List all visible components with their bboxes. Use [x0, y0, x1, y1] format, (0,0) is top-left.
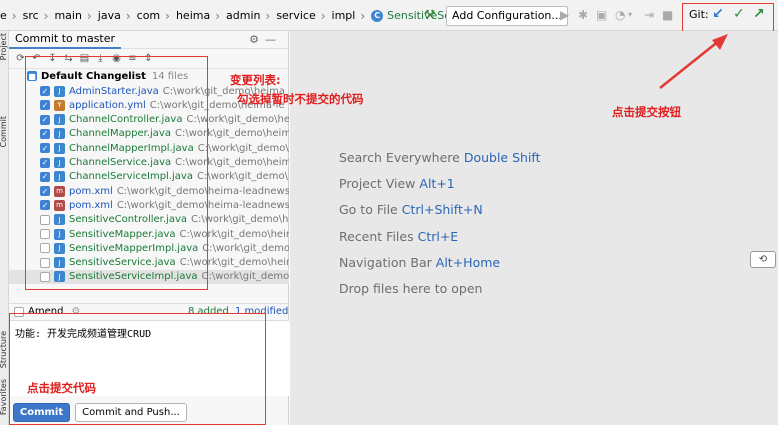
chevron-right-icon: › [360, 8, 366, 23]
arrow-shaft [659, 39, 721, 89]
annotation-arrow [659, 34, 728, 89]
hint-recent-files: Recent Files Ctrl+E [339, 229, 458, 244]
class-icon: C [371, 9, 384, 22]
breadcrumb-item[interactable]: java [98, 9, 126, 22]
hint-shortcut: Ctrl+Shift+N [401, 202, 483, 217]
chevron-right-icon: › [215, 8, 221, 23]
hint-shortcut: Double Shift [463, 150, 541, 165]
annotation-changes-list: 变更列表: [230, 73, 281, 87]
chevron-right-icon: › [165, 8, 170, 23]
commit-panel-title[interactable]: Commit to master [9, 31, 122, 49]
chevron-down-icon[interactable]: ▾ [628, 10, 632, 19]
breadcrumb-item[interactable]: service [276, 9, 320, 22]
build-hammer-icon[interactable]: ⚒ [424, 8, 436, 23]
annotation-click-commit-code: 点击提交代码 [27, 381, 96, 395]
chevron-right-icon: › [86, 8, 92, 23]
left-tool-strip: Project Commit Structure Favorites [0, 31, 9, 425]
annotation-uncheck-note: 勾选掉暂时不提交的代码 [237, 92, 364, 106]
tab-favorites[interactable]: Favorites [0, 379, 8, 415]
profile-icon[interactable]: ◔ [615, 8, 625, 22]
breadcrumb-item[interactable]: admin [226, 9, 265, 22]
stop-icon[interactable]: ■ [662, 8, 673, 22]
hint-text: Recent Files [339, 229, 414, 244]
floating-assistant-icon[interactable]: ⟲ [750, 251, 776, 268]
hint-shortcut: Alt+Home [435, 255, 501, 270]
chevron-right-icon: › [11, 8, 17, 23]
changes-list-highlight [25, 56, 208, 290]
breadcrumb-item[interactable]: src [23, 9, 44, 22]
arrow-head [712, 34, 728, 50]
run-icon[interactable]: ▶ [560, 8, 569, 22]
commit-panel-header: Commit to master ⚙— [9, 31, 288, 49]
breadcrumb-item[interactable]: e [0, 9, 12, 22]
file-path: C:\work\git_demo\heim [197, 142, 289, 154]
panel-options-icons[interactable]: ⚙— [249, 33, 282, 46]
hint-search-everywhere: Search Everywhere Double Shift [339, 150, 541, 165]
commit-area-highlight [9, 313, 266, 425]
hint-shortcut: Alt+1 [419, 176, 455, 191]
hint-text: Project View [339, 176, 416, 191]
chevron-right-icon: › [43, 8, 49, 23]
gear-icon[interactable]: ⚙ [249, 33, 265, 46]
hint-text: Search Everywhere [339, 150, 460, 165]
file-path: C:\work\git_demo\he [201, 271, 289, 283]
hint-text: Drop files here to open [339, 281, 483, 296]
add-configuration-button[interactable]: Add Configuration... [446, 6, 568, 26]
build-icon[interactable]: ⇥ [644, 8, 654, 22]
chevron-right-icon: › [125, 8, 131, 23]
navigation-bar: e › src › main › java › com › heima › ad… [0, 0, 778, 31]
tab-structure[interactable]: Structure [0, 331, 8, 368]
chevron-right-icon: › [320, 8, 326, 23]
hint-drop-files: Drop files here to open [339, 281, 482, 296]
file-path: C:\work\git_demo\hei [196, 171, 289, 183]
hint-text: Navigation Bar [339, 255, 432, 270]
tab-commit[interactable]: Commit [0, 116, 8, 147]
hint-go-to-file: Go to File Ctrl+Shift+N [339, 202, 483, 217]
file-path: C:\work\git_demo\he [202, 242, 289, 254]
breadcrumb-item[interactable]: heima [176, 9, 215, 22]
breadcrumb-item[interactable]: main [54, 9, 86, 22]
hint-project-view: Project View Alt+1 [339, 176, 455, 191]
breadcrumb-item[interactable]: com [137, 9, 166, 22]
hint-navigation-bar: Navigation Bar Alt+Home [339, 255, 500, 270]
chevron-right-icon: › [265, 8, 271, 23]
hint-text: Go to File [339, 202, 398, 217]
minimize-icon[interactable]: — [265, 33, 282, 46]
tab-project[interactable]: Project [0, 33, 8, 60]
coverage-icon[interactable]: ▣ [596, 8, 607, 22]
hint-shortcut: Ctrl+E [417, 229, 459, 244]
debug-icon[interactable]: ✱ [578, 8, 588, 22]
breadcrumb-item[interactable]: impl [332, 9, 361, 22]
